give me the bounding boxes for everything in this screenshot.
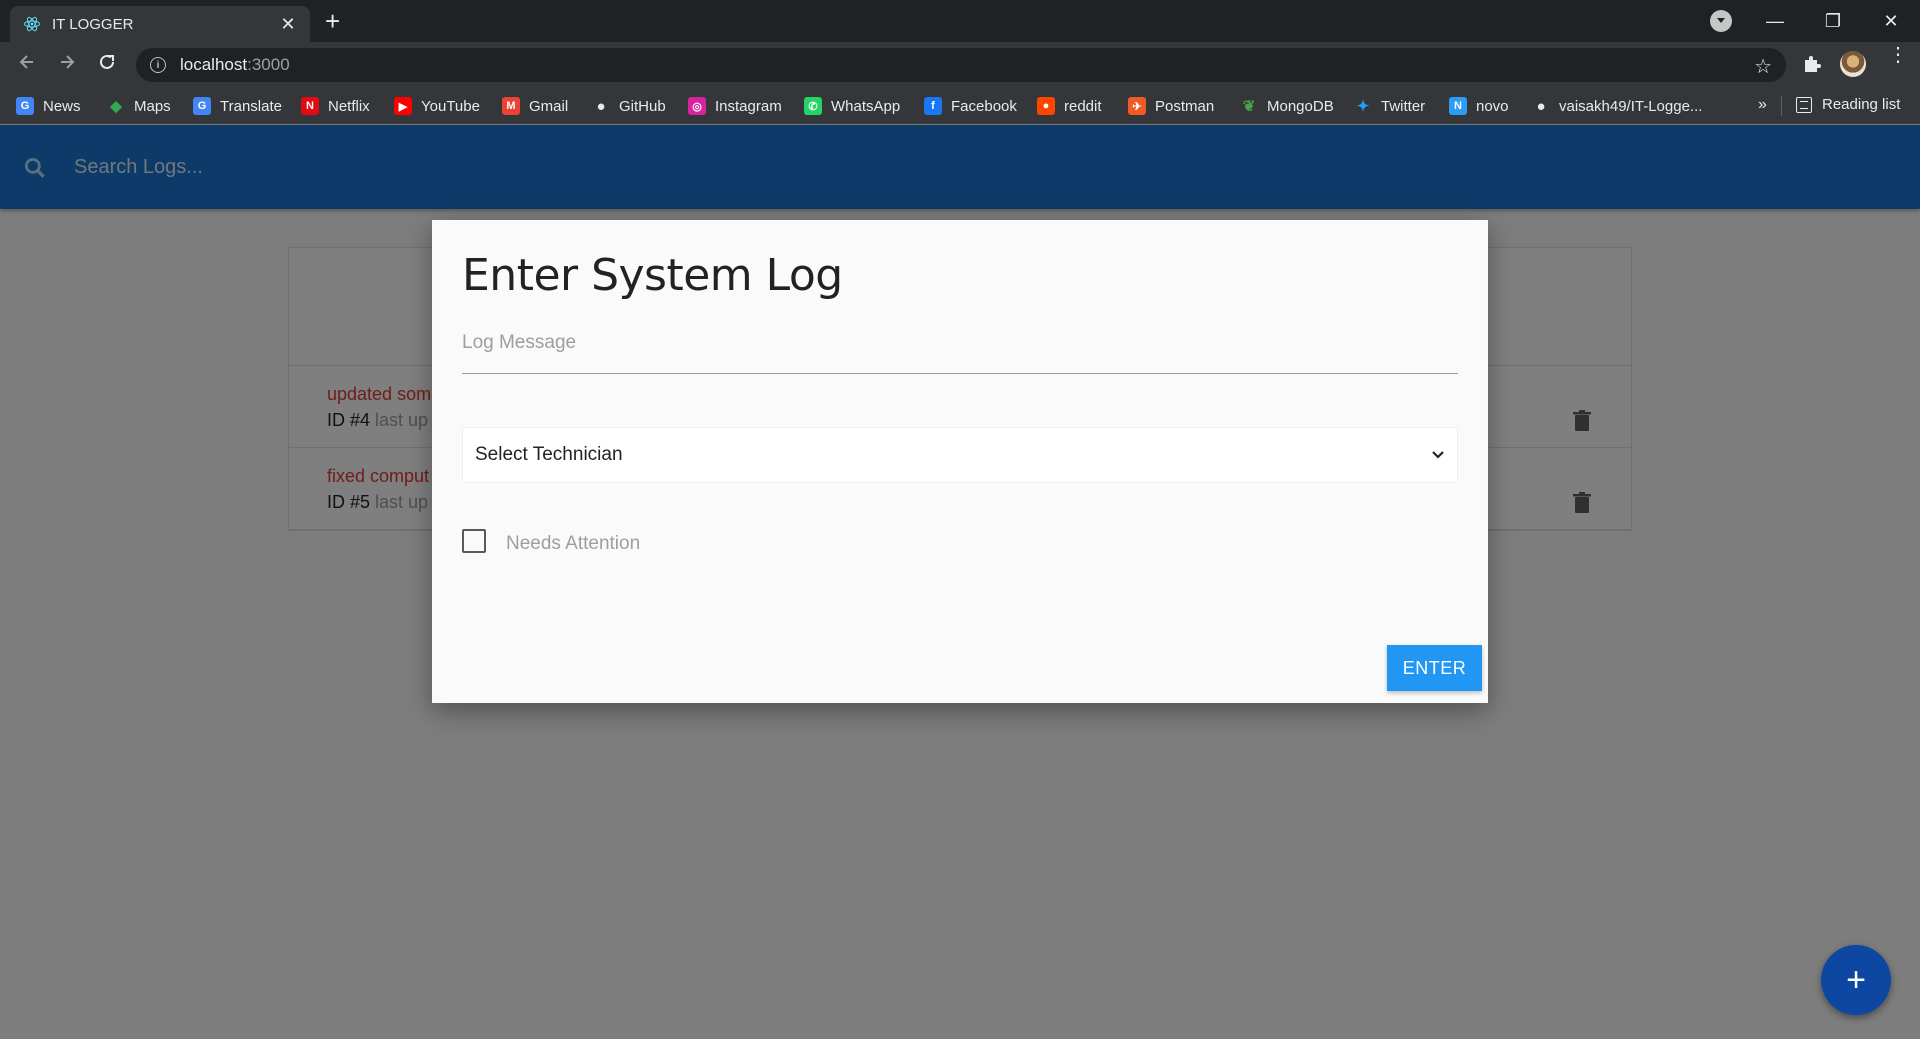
restore-button[interactable]: ❐: [1804, 11, 1862, 32]
bookmark-github[interactable]: ● GitHub: [592, 96, 666, 116]
twitter-icon: ✦: [1356, 98, 1370, 115]
novo-icon: N: [1449, 97, 1467, 115]
bookmark-maps[interactable]: ◆ Maps: [107, 96, 171, 116]
window-controls: — ❐ ✕: [1746, 0, 1920, 42]
bookmark-label: Maps: [134, 97, 171, 115]
mongodb-icon: ❦: [1242, 98, 1256, 115]
enter-button[interactable]: ENTER: [1387, 645, 1482, 691]
bookmark-mongodb[interactable]: ❦ MongoDB: [1240, 96, 1334, 116]
bookmark-youtube[interactable]: ▶ YouTube: [394, 96, 480, 116]
bookmark-netflix[interactable]: N Netflix: [301, 96, 370, 116]
reload-icon: [100, 54, 114, 69]
attention-label[interactable]: Needs Attention: [506, 533, 640, 555]
bookmark-translate[interactable]: G Translate: [193, 96, 282, 116]
info-icon[interactable]: i: [150, 57, 166, 73]
youtube-icon: ▶: [394, 97, 412, 115]
translate-icon: G: [193, 97, 211, 115]
technician-select-value: Select Technician: [475, 444, 623, 465]
bookmarks-overflow-button[interactable]: »: [1758, 96, 1767, 114]
bookmark-star-icon[interactable]: ☆: [1754, 54, 1772, 79]
back-button[interactable]: [14, 52, 40, 78]
technician-select[interactable]: Select Technician: [462, 427, 1458, 483]
bookmark-label: Netflix: [328, 97, 370, 115]
bookmark-label: Gmail: [529, 97, 569, 115]
minimize-button[interactable]: —: [1746, 11, 1804, 32]
bookmarks-bar: G News ◆ Maps G Translate N Netflix ▶ YouTube M Gma…: [0, 88, 1920, 124]
bookmark-news[interactable]: G News: [16, 96, 81, 116]
netflix-icon: N: [301, 97, 319, 115]
profile-avatar[interactable]: [1840, 51, 1866, 77]
bookmark-label: News: [43, 97, 81, 115]
postman-icon: ✈: [1128, 97, 1146, 115]
browser-menu-icon[interactable]: ⋮: [1888, 45, 1908, 65]
modal-title: Enter System Log: [462, 250, 843, 301]
attention-checkbox[interactable]: [462, 529, 486, 553]
address-bar[interactable]: i localhost:3000 ☆: [136, 48, 1786, 82]
bookmark-label: YouTube: [421, 97, 480, 115]
add-log-modal: Enter System Log Log Message Select Tech…: [432, 220, 1488, 703]
url-port: :3000: [247, 55, 290, 74]
add-log-button[interactable]: +: [1821, 945, 1891, 1015]
bookmark-label: novo: [1476, 97, 1509, 115]
back-arrow-icon: [19, 55, 33, 69]
bookmark-postman[interactable]: ✈ Postman: [1128, 96, 1214, 116]
browser-toolbar: i localhost:3000 ☆: [0, 42, 1920, 88]
bookmark-novo[interactable]: Nnovo: [1449, 96, 1509, 116]
browser-tab-bar: IT LOGGER ✕ + — ❐ ✕: [0, 0, 1920, 42]
bookmark-label: MongoDB: [1267, 97, 1334, 115]
url-host: localhost: [180, 55, 248, 74]
bookmark-label: Facebook: [951, 97, 1017, 115]
add-icon: +: [1846, 960, 1866, 999]
forward-arrow-icon: [61, 55, 75, 69]
bookmark-label: Instagram: [715, 97, 782, 115]
github-icon: ●: [1536, 97, 1546, 115]
reading-list-icon: [1796, 96, 1812, 113]
bookmark-label: reddit: [1064, 97, 1102, 115]
attention-checkbox-row: Needs Attention: [462, 527, 640, 555]
log-message-input[interactable]: Log Message: [462, 328, 1458, 374]
chevron-down-icon: [1432, 451, 1444, 459]
instagram-icon: ◎: [688, 97, 706, 115]
tab-close-icon[interactable]: ✕: [278, 14, 298, 35]
bookmark-label: Translate: [220, 97, 282, 115]
bookmarks-divider: [1781, 96, 1782, 116]
new-tab-button[interactable]: +: [325, 8, 340, 34]
news-icon: G: [16, 97, 34, 115]
chevron-down-icon: [1717, 18, 1725, 23]
whatsapp-icon: ✆: [804, 97, 822, 115]
reading-list-label: Reading list: [1822, 96, 1901, 113]
bookmark-vaisakh49-it-logge[interactable]: ● vaisakh49/IT-Logge...: [1532, 96, 1702, 116]
bookmark-label: Postman: [1155, 97, 1215, 115]
reload-button[interactable]: [94, 52, 120, 78]
extensions-puzzle-icon[interactable]: [1802, 54, 1822, 79]
bookmark-label: WhatsApp: [831, 97, 901, 115]
bookmark-gmail[interactable]: M Gmail: [502, 96, 568, 116]
browser-tab[interactable]: IT LOGGER ✕: [10, 6, 310, 42]
facebook-icon: f: [924, 97, 942, 115]
reading-list-button[interactable]: Reading list: [1796, 96, 1900, 113]
log-message-placeholder: Log Message: [462, 332, 577, 353]
bookmark-facebook[interactable]: f Facebook: [924, 96, 1017, 116]
reddit-icon: ●: [1037, 97, 1055, 115]
github-icon: ●: [596, 97, 606, 115]
bookmark-label: GitHub: [619, 97, 666, 115]
forward-button[interactable]: [54, 52, 80, 78]
bookmark-label: Twitter: [1381, 97, 1426, 115]
gmail-icon: M: [502, 97, 520, 115]
bookmark-whatsapp[interactable]: ✆ WhatsApp: [804, 96, 900, 116]
bookmark-reddit[interactable]: ● reddit: [1037, 96, 1102, 116]
maps-icon: ◆: [110, 98, 122, 115]
bookmark-label: vaisakh49/IT-Logge...: [1559, 97, 1703, 115]
tab-title: IT LOGGER: [52, 15, 134, 33]
close-window-button[interactable]: ✕: [1862, 11, 1920, 32]
bookmark-instagram[interactable]: ◎ Instagram: [688, 96, 782, 116]
react-icon: [22, 14, 42, 34]
tab-search-button[interactable]: [1710, 10, 1732, 32]
bookmark-twitter[interactable]: ✦ Twitter: [1354, 96, 1425, 116]
